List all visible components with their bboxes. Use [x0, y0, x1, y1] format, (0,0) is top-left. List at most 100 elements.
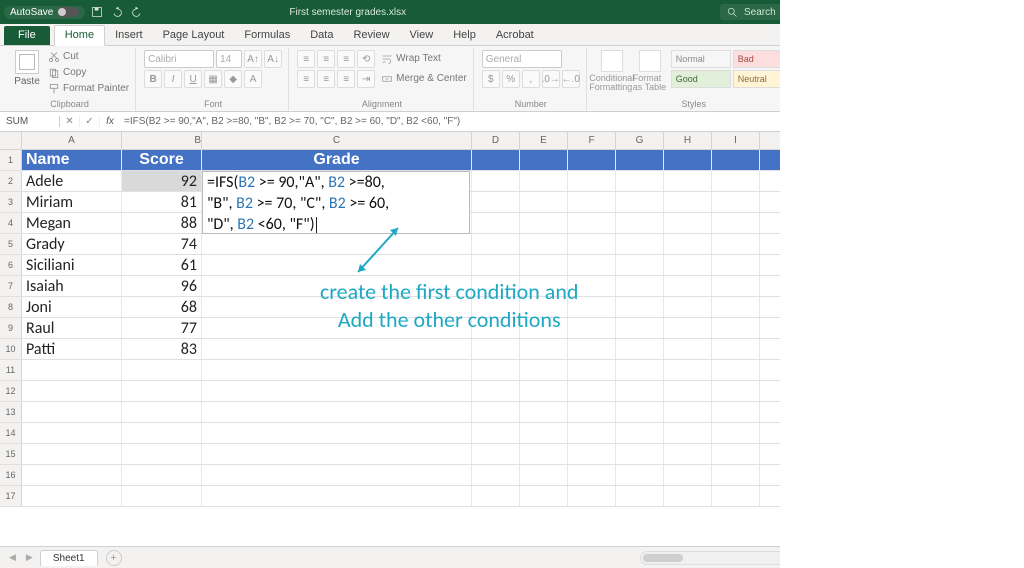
- cell-empty[interactable]: [664, 381, 712, 401]
- cell-empty[interactable]: [712, 297, 760, 317]
- increase-decimal-button[interactable]: .0→: [542, 70, 560, 88]
- cell-empty[interactable]: [568, 339, 616, 359]
- increase-font-button[interactable]: A↑: [244, 50, 262, 68]
- cell-score[interactable]: 74: [122, 234, 202, 254]
- cell-name[interactable]: Isaiah: [22, 276, 122, 296]
- tab-insert[interactable]: Insert: [105, 26, 153, 45]
- cell-empty[interactable]: [520, 171, 568, 191]
- cell-name[interactable]: Miriam: [22, 192, 122, 212]
- align-top-button[interactable]: ≡: [297, 50, 315, 68]
- cell-score[interactable]: 96: [122, 276, 202, 296]
- row-header[interactable]: 15: [0, 444, 22, 464]
- row-header[interactable]: 1: [0, 150, 22, 170]
- row-header[interactable]: 8: [0, 297, 22, 317]
- tab-view[interactable]: View: [400, 26, 444, 45]
- cell-empty[interactable]: [22, 402, 122, 422]
- save-icon[interactable]: [89, 4, 105, 20]
- align-left-button[interactable]: ≡: [297, 70, 315, 88]
- percent-button[interactable]: %: [502, 70, 520, 88]
- cell-empty[interactable]: [616, 192, 664, 212]
- cell-empty[interactable]: [616, 150, 664, 170]
- cell-empty[interactable]: [664, 360, 712, 380]
- sheet-nav-prev[interactable]: ◀: [6, 552, 19, 563]
- col-header-I[interactable]: I: [712, 132, 760, 149]
- format-as-table-button[interactable]: Format as Table: [633, 50, 667, 92]
- cell-empty[interactable]: [616, 318, 664, 338]
- cell-empty[interactable]: [664, 234, 712, 254]
- style-good[interactable]: Good: [671, 70, 731, 88]
- cell-empty[interactable]: [472, 381, 520, 401]
- autosave-toggle[interactable]: AutoSave: [4, 6, 85, 19]
- cell-empty[interactable]: [520, 423, 568, 443]
- align-center-button[interactable]: ≡: [317, 70, 335, 88]
- font-size-combo[interactable]: 14: [216, 50, 242, 68]
- cell-empty[interactable]: [520, 381, 568, 401]
- cell-empty[interactable]: [122, 360, 202, 380]
- fx-icon[interactable]: fx: [100, 116, 120, 127]
- cell-empty[interactable]: [472, 213, 520, 233]
- cell-name[interactable]: Grady: [22, 234, 122, 254]
- cell-empty[interactable]: [472, 234, 520, 254]
- cell-empty[interactable]: [568, 171, 616, 191]
- cell-score[interactable]: 81: [122, 192, 202, 212]
- cell-empty[interactable]: [520, 402, 568, 422]
- row-header[interactable]: 7: [0, 276, 22, 296]
- cell-empty[interactable]: [22, 360, 122, 380]
- cell-empty[interactable]: [616, 297, 664, 317]
- cell-empty[interactable]: [712, 423, 760, 443]
- cell-empty[interactable]: [712, 192, 760, 212]
- cell-score[interactable]: 92: [122, 171, 202, 191]
- indent-button[interactable]: ⇥: [357, 70, 375, 88]
- cell-grade[interactable]: [202, 234, 472, 254]
- cell-empty[interactable]: [664, 150, 712, 170]
- cell-empty[interactable]: [712, 444, 760, 464]
- italic-button[interactable]: I: [164, 70, 182, 88]
- cell-empty[interactable]: [472, 360, 520, 380]
- cell-empty[interactable]: [472, 255, 520, 275]
- border-button[interactable]: ▦: [204, 70, 222, 88]
- cell-empty[interactable]: [712, 255, 760, 275]
- row-header[interactable]: 5: [0, 234, 22, 254]
- cell-empty[interactable]: [472, 339, 520, 359]
- cell-header-grade[interactable]: Grade: [202, 150, 472, 170]
- cell-empty[interactable]: [202, 360, 472, 380]
- cell-empty[interactable]: [664, 297, 712, 317]
- col-header-D[interactable]: D: [472, 132, 520, 149]
- cell-empty[interactable]: [520, 213, 568, 233]
- cell-empty[interactable]: [712, 360, 760, 380]
- cell-empty[interactable]: [616, 444, 664, 464]
- cell-empty[interactable]: [22, 381, 122, 401]
- select-all-corner[interactable]: [0, 132, 22, 149]
- cell-empty[interactable]: [664, 255, 712, 275]
- cell-score[interactable]: 83: [122, 339, 202, 359]
- cell-empty[interactable]: [616, 234, 664, 254]
- bold-button[interactable]: B: [144, 70, 162, 88]
- cell-empty[interactable]: [568, 234, 616, 254]
- cell-name[interactable]: Patti: [22, 339, 122, 359]
- cell-empty[interactable]: [568, 423, 616, 443]
- cell-empty[interactable]: [712, 486, 760, 506]
- name-box[interactable]: SUM: [0, 116, 60, 127]
- cell-empty[interactable]: [568, 465, 616, 485]
- cell-empty[interactable]: [122, 465, 202, 485]
- cell-header-name[interactable]: Name: [22, 150, 122, 170]
- orientation-button[interactable]: ⟲: [357, 50, 375, 68]
- row-header[interactable]: 4: [0, 213, 22, 233]
- sheet-tab-active[interactable]: Sheet1: [40, 550, 98, 566]
- cell-empty[interactable]: [122, 381, 202, 401]
- cell-empty[interactable]: [616, 465, 664, 485]
- cell-empty[interactable]: [664, 318, 712, 338]
- cell-empty[interactable]: [568, 402, 616, 422]
- cell-score[interactable]: 68: [122, 297, 202, 317]
- cell-name[interactable]: Joni: [22, 297, 122, 317]
- cell-empty[interactable]: [520, 444, 568, 464]
- col-header-E[interactable]: E: [520, 132, 568, 149]
- row-header[interactable]: 13: [0, 402, 22, 422]
- row-header[interactable]: 11: [0, 360, 22, 380]
- row-header[interactable]: 2: [0, 171, 22, 191]
- cell-grade[interactable]: [202, 339, 472, 359]
- row-header[interactable]: 14: [0, 423, 22, 443]
- cell-name[interactable]: Siciliani: [22, 255, 122, 275]
- cell-empty[interactable]: [568, 444, 616, 464]
- cell-name[interactable]: Adele: [22, 171, 122, 191]
